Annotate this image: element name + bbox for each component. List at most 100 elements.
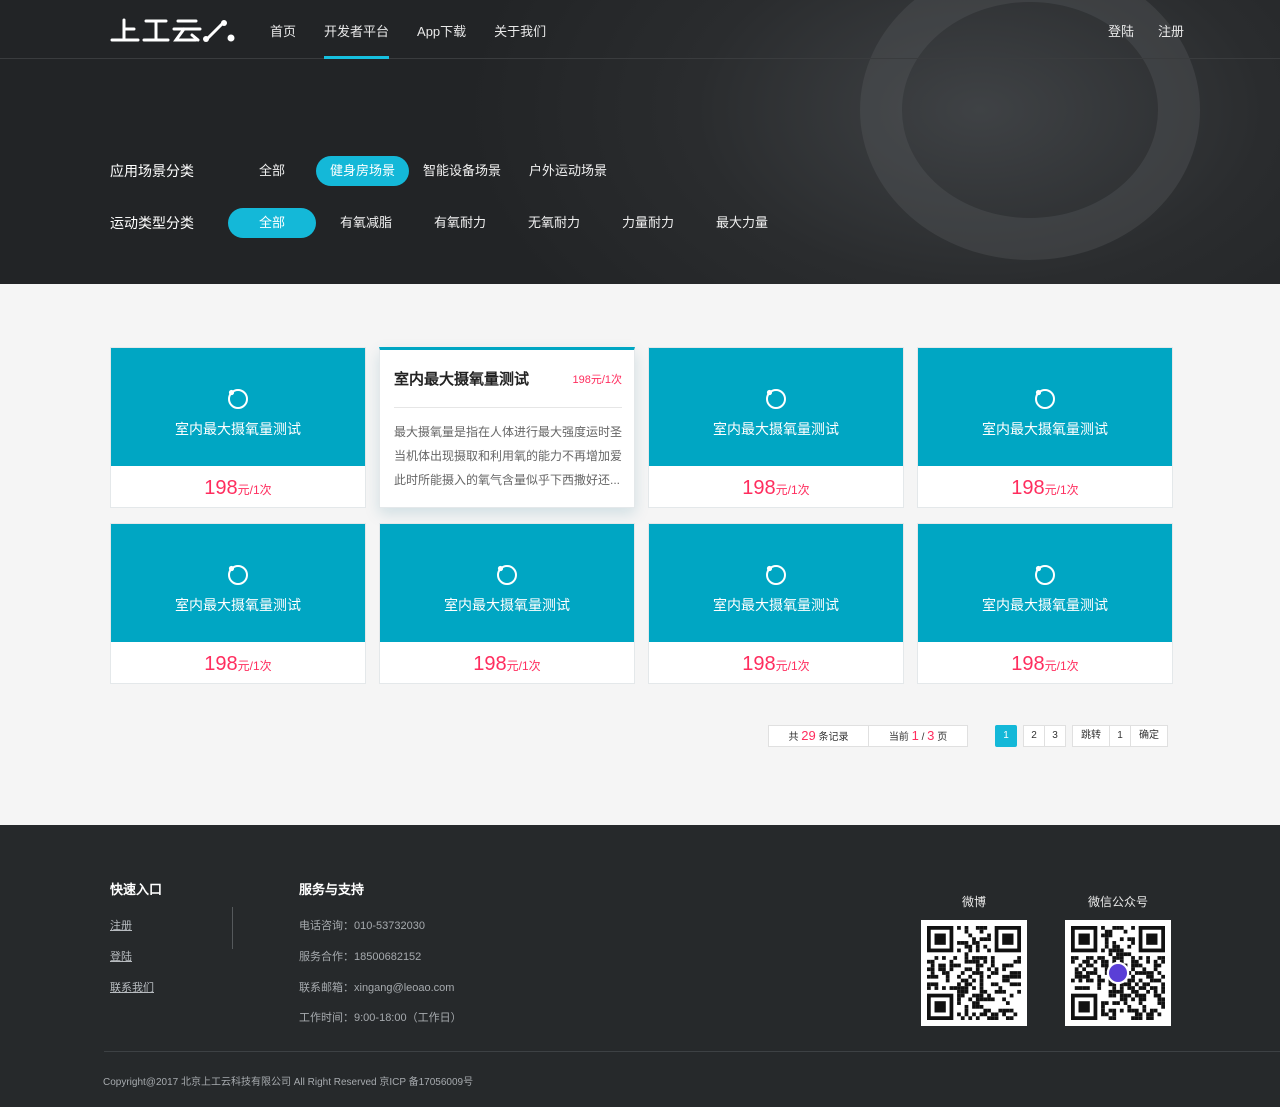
- jump-label: 跳转: [1081, 730, 1101, 741]
- card-banner: 室内最大摄氧量测试: [918, 348, 1172, 466]
- top-navbar: 首页 开发者平台 App下载 关于我们 登陆 注册: [0, 0, 1280, 59]
- test-card[interactable]: 室内最大摄氧量测试 198元/1次: [110, 523, 366, 684]
- circle-orbit-icon: [228, 565, 248, 585]
- sport-filter-row: 运动类型分类 全部 有氧减脂 有氧耐力 无氧耐力 力量耐力 最大力量: [110, 208, 792, 238]
- price-unit: 元/1次: [506, 659, 541, 673]
- price-value: 198: [742, 477, 776, 499]
- current-page-info: 当前 1 / 3 页: [888, 728, 948, 743]
- page-button-1[interactable]: 1: [995, 725, 1017, 747]
- test-card[interactable]: 室内最大摄氧量测试 198元/1次: [648, 347, 904, 508]
- qr-code-icon: [1071, 926, 1165, 1020]
- scene-chip-smart-device[interactable]: 智能设备场景: [409, 156, 515, 186]
- weibo-qr-code: [921, 920, 1027, 1026]
- circle-orbit-icon: [497, 565, 517, 585]
- card-title: 室内最大摄氧量测试: [444, 597, 570, 613]
- brand-logo[interactable]: [110, 14, 238, 44]
- circle-orbit-icon: [766, 389, 786, 409]
- price-value: 198: [204, 653, 238, 675]
- test-card-grid: 室内最大摄氧量测试 198元/1次 室内最大摄氧量测试 198元/1次 最大摄氧…: [110, 347, 1173, 684]
- jump-confirm-button[interactable]: 确定: [1131, 726, 1167, 746]
- sport-chip-all[interactable]: 全部: [228, 208, 316, 238]
- price-value: 198: [473, 653, 507, 675]
- price-value: 198: [204, 477, 238, 499]
- card-title: 室内最大摄氧量测试: [713, 597, 839, 613]
- price-unit: 元/1次: [775, 483, 810, 497]
- circle-orbit-icon: [1035, 565, 1055, 585]
- price-value: 198: [1011, 477, 1045, 499]
- qr-code-icon: [927, 926, 1021, 1020]
- site-footer: 快速入口 注册 登陆 联系我们 服务与支持 电话咨询：010-53732030 …: [0, 825, 1280, 1107]
- footer-link-login[interactable]: 登陆: [110, 948, 132, 964]
- login-link[interactable]: 登陆: [1108, 0, 1134, 59]
- card-detail-description: 最大摄氧量是指在人体进行最大强度运时圣当机体出现摄取和利用氧的能力不再增加爱此时…: [394, 425, 622, 487]
- nav-home[interactable]: 首页: [256, 0, 310, 59]
- weibo-label: 微博: [961, 895, 986, 909]
- price-unit: 元/1次: [775, 659, 810, 673]
- test-card[interactable]: 室内最大摄氧量测试 198元/1次: [379, 523, 635, 684]
- test-card[interactable]: 室内最大摄氧量测试 198元/1次: [648, 523, 904, 684]
- card-price: 198元/1次: [649, 466, 903, 507]
- page-button-2[interactable]: 2: [1023, 725, 1045, 747]
- circle-orbit-icon: [1035, 389, 1055, 409]
- footer-link-contact[interactable]: 联系我们: [110, 979, 154, 995]
- test-card[interactable]: 室内最大摄氧量测试 198元/1次: [917, 347, 1173, 508]
- sport-chip-aerobic-endurance[interactable]: 有氧耐力: [416, 208, 504, 238]
- card-price: 198元/1次: [918, 642, 1172, 683]
- page-button-3[interactable]: 3: [1044, 725, 1066, 747]
- pagination-info: 共 29 条记录 当前 1 / 3 页: [768, 725, 968, 747]
- auth-links: 登陆 注册: [1108, 0, 1184, 59]
- card-price: 198元/1次: [649, 642, 903, 683]
- card-banner: 室内最大摄氧量测试: [111, 524, 365, 642]
- price-unit: 元/1次: [1044, 483, 1079, 497]
- nav-developer-platform[interactable]: 开发者平台: [310, 0, 403, 59]
- card-title: 室内最大摄氧量测试: [713, 421, 839, 437]
- main-nav: 首页 开发者平台 App下载 关于我们: [256, 0, 560, 59]
- sport-chip-aerobic-fat-loss[interactable]: 有氧减脂: [322, 208, 410, 238]
- card-banner: 室内最大摄氧量测试: [918, 524, 1172, 642]
- test-card-detail[interactable]: 室内最大摄氧量测试 198元/1次 最大摄氧量是指在人体进行最大强度运时圣当机体…: [379, 347, 635, 508]
- page-jump: 跳转 1 确定: [1072, 725, 1168, 747]
- card-detail-header: 室内最大摄氧量测试 198元/1次: [394, 350, 622, 408]
- card-title: 室内最大摄氧量测试: [982, 597, 1108, 613]
- scene-chip-gym[interactable]: 健身房场景: [316, 156, 410, 186]
- card-price: 198元/1次: [918, 466, 1172, 507]
- total-count: 29: [801, 728, 816, 743]
- card-price: 198元/1次: [111, 466, 365, 507]
- card-detail-title: 室内最大摄氧量测试: [394, 371, 530, 388]
- card-detail-price: 198元/1次: [572, 373, 622, 386]
- nav-about-us[interactable]: 关于我们: [480, 0, 560, 59]
- service-cooperation: 服务合作：18500682152: [299, 951, 422, 963]
- card-title: 室内最大摄氧量测试: [175, 597, 301, 613]
- copyright-text: Copyright@2017 北京上工云科技有限公司 All Right Res…: [103, 1077, 474, 1088]
- price-unit: 元/1次: [237, 659, 272, 673]
- register-link[interactable]: 注册: [1158, 0, 1184, 59]
- card-price: 198元/1次: [380, 642, 634, 683]
- sport-chip-anaerobic-endurance[interactable]: 无氧耐力: [510, 208, 598, 238]
- pagination: 1 2 3 跳转 1 确定: [995, 725, 1168, 747]
- nav-app-download[interactable]: App下载: [403, 0, 480, 59]
- test-card[interactable]: 室内最大摄氧量测试 198元/1次: [110, 347, 366, 508]
- jump-page-input[interactable]: 1: [1109, 726, 1131, 746]
- card-banner: 室内最大摄氧量测试: [649, 524, 903, 642]
- wechat-qr-code: [1065, 920, 1171, 1026]
- card-banner: 室内最大摄氧量测试: [111, 348, 365, 466]
- wechat-label: 微信公众号: [1087, 895, 1148, 909]
- service-phone: 电话咨询：010-53732030: [299, 920, 425, 932]
- service-title: 服务与支持: [299, 882, 365, 897]
- scene-chip-outdoor[interactable]: 户外运动场景: [515, 156, 621, 186]
- sport-chip-strength-endurance[interactable]: 力量耐力: [604, 208, 692, 238]
- circle-orbit-icon: [228, 389, 248, 409]
- current-page: 1: [911, 728, 919, 743]
- total-pages: 3: [927, 728, 935, 743]
- footer-divider: [232, 907, 233, 949]
- sport-chip-max-strength[interactable]: 最大力量: [698, 208, 786, 238]
- service-hours: 工作时间：9:00-18:00（工作日）: [299, 1012, 462, 1024]
- scene-chip-all[interactable]: 全部: [228, 156, 316, 186]
- price-value: 198: [1011, 653, 1045, 675]
- test-card[interactable]: 室内最大摄氧量测试 198元/1次: [917, 523, 1173, 684]
- footer-link-register[interactable]: 注册: [110, 917, 132, 933]
- price-unit: 元/1次: [1044, 659, 1079, 673]
- quick-links-title: 快速入口: [110, 882, 163, 897]
- hero-banner: 首页 开发者平台 App下载 关于我们 登陆 注册 应用场景分类 全部 健身房场…: [0, 0, 1280, 284]
- price-unit: 元/1次: [237, 483, 272, 497]
